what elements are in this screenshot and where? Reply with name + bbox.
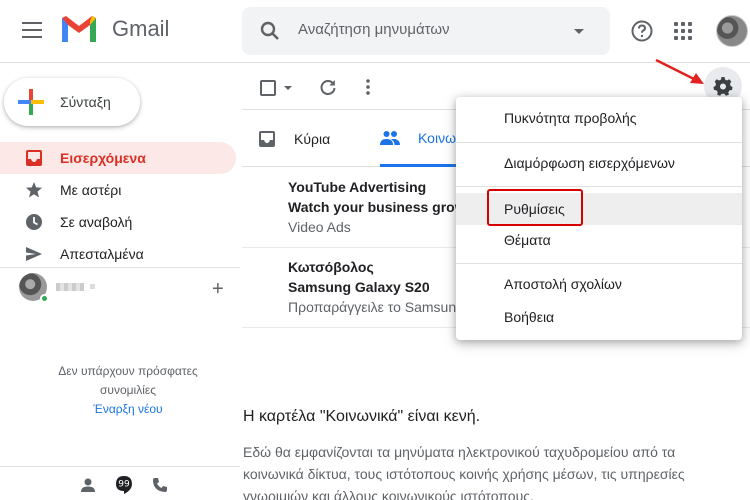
annotation-arrow-icon — [655, 58, 704, 84]
tab-primary-label: Κύρια — [294, 131, 331, 147]
search-input[interactable] — [298, 21, 558, 38]
hangouts-user-name-blurred — [56, 283, 84, 291]
sidebar-item-label: Απεσταλμένα — [60, 246, 144, 262]
people-icon — [380, 130, 400, 146]
app-name: Gmail — [112, 16, 170, 41]
settings-dropdown-menu: Πυκνότητα προβολής Διαμόρφωση εισερχόμεν… — [456, 97, 742, 340]
sidebar-item-label: Εισερχόμενα — [60, 150, 146, 166]
sidebar-nav: Εισερχόμενα Με αστέρι Σε αναβολή Απεσταλ… — [0, 142, 240, 270]
help-icon[interactable] — [630, 19, 654, 43]
refresh-icon[interactable] — [318, 78, 338, 98]
gmail-m-icon — [62, 16, 96, 42]
more-vert-icon[interactable] — [366, 78, 370, 96]
star-icon — [24, 180, 44, 200]
sidebar-item-snoozed[interactable]: Σε αναβολή — [0, 206, 236, 238]
gear-icon — [713, 77, 733, 96]
top-header: Gmail — [0, 0, 750, 63]
menu-item-themes[interactable]: Θέματα — [456, 224, 742, 256]
menu-divider — [456, 142, 742, 143]
menu-item-display-density[interactable]: Πυκνότητα προβολής — [456, 102, 742, 134]
menu-item-configure-inbox[interactable]: Διαμόρφωση εισερχόμενων — [456, 147, 742, 179]
select-options-caret-icon[interactable] — [284, 86, 292, 90]
no-conversations-line2: συνομιλίες — [99, 383, 157, 397]
empty-tab-line2: κοινωνικά δίκτυα, τους ιστότοπους κοινής… — [243, 466, 685, 482]
search-bar[interactable] — [242, 7, 610, 55]
email-snippet: Video Ads — [288, 219, 351, 235]
account-avatar[interactable] — [716, 15, 748, 47]
phone-icon[interactable] — [152, 477, 168, 493]
email-sender: YouTube Advertising — [288, 179, 427, 195]
compose-label: Σύνταξη — [60, 94, 111, 110]
compose-plus-icon — [18, 89, 44, 115]
new-conversation-plus-icon[interactable]: + — [212, 279, 224, 299]
hangouts-user-status-blurred — [90, 284, 95, 289]
menu-item-settings[interactable]: Ρυθμίσεις — [456, 193, 742, 225]
compose-button[interactable]: Σύνταξη — [4, 78, 140, 126]
send-icon — [24, 244, 44, 264]
menu-divider — [456, 186, 742, 187]
sidebar-item-sent[interactable]: Απεσταλμένα — [0, 238, 236, 270]
apps-grid-icon[interactable] — [674, 22, 692, 40]
empty-tab-line1: Εδώ θα εμφανίζονται τα μηνύματα ηλεκτρον… — [243, 444, 676, 460]
sidebar-item-inbox[interactable]: Εισερχόμενα — [0, 142, 236, 174]
email-subject: Watch your business grow — [288, 199, 466, 215]
person-icon[interactable] — [80, 477, 96, 493]
inbox-icon — [24, 148, 44, 168]
inbox-tab-icon — [258, 130, 276, 148]
sidebar-item-label: Με αστέρι — [60, 182, 122, 198]
no-conversations-message: Δεν υπάρχουν πρόσφατες συνομιλίες Έναρξη… — [0, 362, 256, 419]
no-conversations-line1: Δεν υπάρχουν πρόσφατες — [58, 364, 198, 378]
tab-primary[interactable]: Κύρια — [258, 111, 330, 167]
hangouts-chat-icon[interactable]: 99 — [114, 475, 134, 495]
empty-tab-title: Η καρτέλα "Κοινωνικά" είναι κενή. — [243, 408, 481, 425]
menu-item-help[interactable]: Βοήθεια — [456, 301, 742, 333]
gmail-logo[interactable]: Gmail — [60, 14, 169, 44]
start-new-link[interactable]: Έναρξη νέου — [0, 400, 256, 419]
sidebar-item-label: Σε αναβολή — [60, 214, 133, 230]
select-all-checkbox[interactable] — [260, 80, 276, 96]
menu-item-send-feedback[interactable]: Αποστολή σχολίων — [456, 268, 742, 300]
menu-divider — [456, 263, 742, 264]
email-snippet: Προπαράγγειλε το Samsung — [288, 299, 464, 315]
sidebar-item-starred[interactable]: Με αστέρι — [0, 174, 236, 206]
hangouts-footer: 99 — [0, 466, 240, 500]
online-status-icon — [40, 294, 49, 303]
empty-tab-line3: γνωριμιών και άλλους κοινωνικούς ιστότοπ… — [243, 488, 534, 500]
search-options-icon[interactable] — [574, 29, 584, 34]
main-menu-icon[interactable] — [22, 22, 42, 38]
svg-text:99: 99 — [118, 480, 130, 490]
search-icon[interactable] — [258, 19, 282, 43]
clock-icon — [24, 212, 44, 232]
tab-social-label: Κοινω — [418, 129, 456, 146]
empty-tab-description: Εδώ θα εμφανίζονται τα μηνύματα ηλεκτρον… — [243, 441, 743, 500]
sidebar-divider — [0, 267, 240, 268]
email-sender: Κωτσόβολος — [288, 259, 374, 275]
email-subject: Samsung Galaxy S20 — [288, 279, 430, 295]
